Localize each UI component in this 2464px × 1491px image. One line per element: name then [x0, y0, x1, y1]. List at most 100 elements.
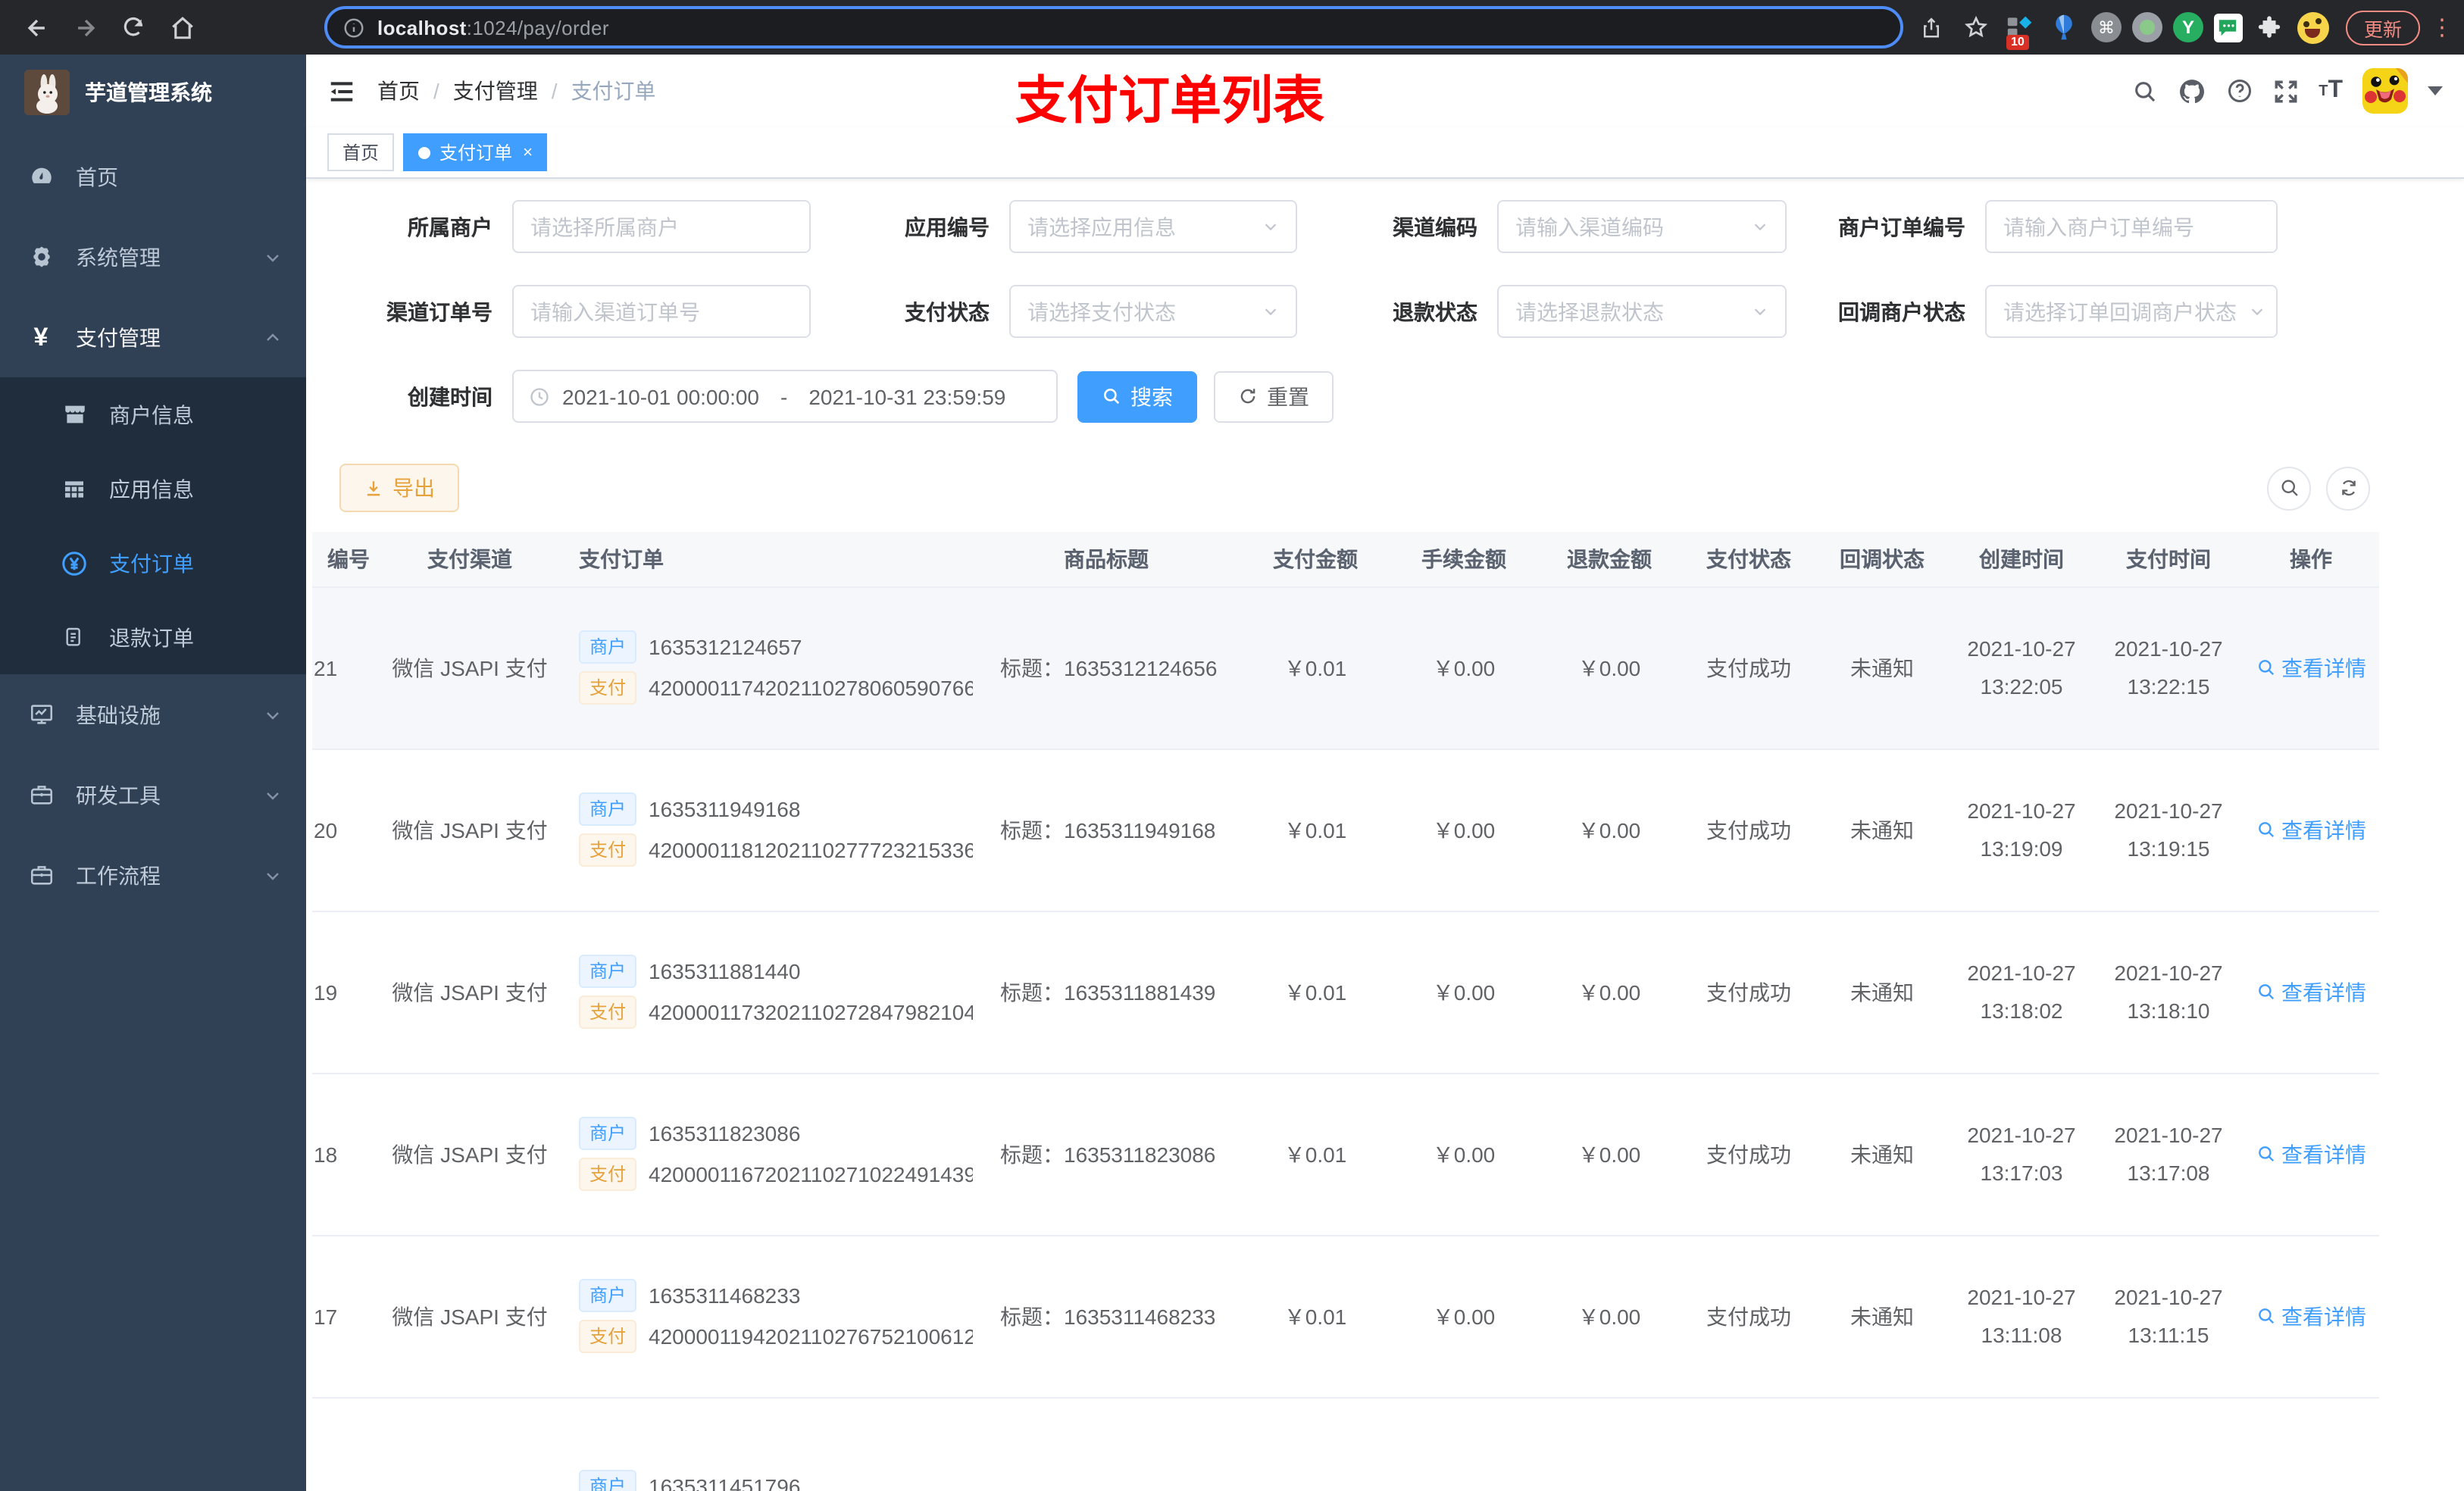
chevron-down-icon — [264, 786, 282, 804]
back-icon[interactable] — [17, 8, 56, 47]
sidebar-item-app-info[interactable]: 应用信息 — [0, 452, 306, 526]
filter-label-channel-code: 渠道编码 — [1393, 214, 1477, 239]
table-row[interactable]: 21 微信 JSAPI 支付 商户 1635312124657 支付 42000… — [312, 586, 2379, 749]
sidebar-item-refund-order[interactable]: 退款订单 — [0, 600, 306, 674]
reset-button[interactable]: 重置 — [1214, 370, 1334, 422]
merchant-order-no-field[interactable] — [1985, 200, 2278, 253]
pay-channel: 微信 JSAPI 支付 — [379, 749, 561, 911]
channel-order-no-input[interactable] — [530, 299, 793, 324]
sidebar-item-devtools[interactable]: 研发工具 — [0, 755, 306, 835]
avatar-caret-icon[interactable] — [2428, 86, 2443, 95]
pay-order-number: 4200001173202110272847982104 — [649, 1000, 973, 1024]
search-button[interactable]: 搜索 — [1077, 370, 1197, 422]
view-detail-link[interactable]: 查看详情 — [2256, 977, 2366, 1007]
merchant-order-number: 1635311949168 — [649, 797, 801, 821]
bookmark-star-icon[interactable] — [1959, 11, 1993, 44]
browser-menu-icon[interactable]: ⋮ — [2431, 14, 2453, 41]
merchant-order-no-input[interactable] — [2003, 214, 2259, 239]
reload-icon[interactable] — [114, 8, 153, 47]
pay-order-number: 4200001167202110271022491439 — [649, 1162, 973, 1186]
sidebar-item-pay-order[interactable]: 支付订单 — [0, 526, 306, 600]
pay-tag: 支付 — [579, 671, 637, 705]
view-detail-link[interactable]: 查看详情 — [2256, 1139, 2366, 1169]
yen-circle-icon — [61, 549, 88, 577]
merchant-order-number: 1635311881440 — [649, 959, 801, 983]
tag-home[interactable]: 首页 — [327, 133, 395, 171]
refund-amount: ￥0.00 — [1537, 1235, 1682, 1398]
sidebar-logo-row[interactable]: 芋道管理系统 — [0, 55, 306, 130]
notify-status-select[interactable]: 请选择订单回调商户状态 — [1985, 285, 2278, 338]
view-detail-link[interactable]: 查看详情 — [2256, 1301, 2366, 1331]
sidebar-item-infra[interactable]: 基础设施 — [0, 674, 306, 755]
pay-status-select[interactable]: 请选择支付状态 — [1009, 285, 1297, 338]
view-detail-icon — [2258, 660, 2274, 676]
clock-icon — [529, 386, 550, 407]
github-icon[interactable] — [2178, 77, 2206, 105]
chevron-down-icon — [1262, 218, 1279, 235]
breadcrumb-payment[interactable]: 支付管理 — [453, 76, 538, 106]
export-button[interactable]: 导出 — [339, 464, 459, 512]
table-row-partial: 商户 1635311451796 — [312, 1397, 2379, 1491]
extension-y-icon[interactable]: Y — [2172, 12, 2203, 42]
font-size-icon[interactable]: TT — [2319, 77, 2343, 105]
merchant-tag: 商户 — [579, 955, 637, 988]
header-search-icon[interactable] — [2132, 78, 2158, 104]
browser-toolbar: localhost:1024/pay/order 10 ⌘ Y 更新 ⋮ — [0, 0, 2464, 55]
sidebar: 芋道管理系统 首页 系统管理 ¥ 支付管理 商户信息 应用信息 支付订单 退款订… — [0, 55, 306, 1491]
sidebar-item-home[interactable]: 首页 — [0, 136, 306, 217]
extension-command-icon[interactable]: ⌘ — [2090, 12, 2122, 42]
table-row[interactable]: 20 微信 JSAPI 支付 商户 1635311949168 支付 42000… — [312, 749, 2379, 911]
view-detail-link[interactable]: 查看详情 — [2256, 814, 2366, 845]
tag-close-icon[interactable]: × — [523, 143, 533, 161]
toggle-search-button[interactable] — [2267, 466, 2311, 510]
paid-date: 2021-10-27 — [2114, 636, 2223, 661]
update-button[interactable]: 更新 — [2345, 10, 2420, 45]
date-end[interactable]: 2021-10-31 23:59:59 — [808, 384, 1005, 408]
create-time-range-picker[interactable]: 2021-10-01 00:00:00 - 2021-10-31 23:59:5… — [512, 370, 1058, 423]
address-bar[interactable]: localhost:1024/pay/order — [324, 6, 1903, 48]
date-start[interactable]: 2021-10-01 00:00:00 — [562, 384, 759, 408]
table-row[interactable]: 17 微信 JSAPI 支付 商户 1635311468233 支付 42000… — [312, 1235, 2379, 1398]
table-row[interactable]: 18 微信 JSAPI 支付 商户 1635311823086 支付 42000… — [312, 1073, 2379, 1236]
site-info-icon[interactable] — [342, 16, 365, 39]
forward-icon[interactable] — [65, 8, 105, 47]
extension-dot-icon[interactable] — [2131, 12, 2162, 42]
channel-code-select[interactable]: 请输入渠道编码 — [1497, 200, 1787, 253]
sidebar-item-payment[interactable]: ¥ 支付管理 — [0, 297, 306, 377]
sidebar-item-system[interactable]: 系统管理 — [0, 217, 306, 297]
app-select[interactable]: 请选择应用信息 — [1009, 200, 1297, 253]
extension-badge: 10 — [2006, 35, 2029, 50]
tag-pay-order[interactable]: 支付订单 × — [403, 133, 548, 171]
col-amount: 支付金额 — [1240, 532, 1391, 587]
extensions-puzzle-icon[interactable] — [2253, 11, 2287, 44]
share-icon[interactable] — [1915, 11, 1949, 44]
channel-order-no-field[interactable] — [512, 285, 811, 338]
merchant-input[interactable] — [530, 214, 793, 239]
fullscreen-icon[interactable] — [2273, 78, 2299, 104]
paid-time: 13:18:10 — [2127, 998, 2210, 1022]
profile-avatar-icon[interactable] — [2297, 11, 2329, 43]
extension-tampermonkey-icon[interactable]: 10 — [2003, 11, 2037, 50]
refund-status-select[interactable]: 请选择退款状态 — [1497, 285, 1787, 338]
sidebar-item-label: 应用信息 — [109, 477, 194, 501]
chevron-down-icon — [1262, 303, 1279, 320]
extension-balloon-icon[interactable] — [2047, 11, 2081, 44]
col-status: 支付状态 — [1682, 532, 1815, 587]
sidebar-item-workflow[interactable]: 工作流程 — [0, 835, 306, 915]
merchant-select[interactable] — [512, 200, 811, 253]
sidebar-item-merchant-info[interactable]: 商户信息 — [0, 377, 306, 452]
user-avatar[interactable] — [2362, 68, 2408, 114]
table-row[interactable]: 19 微信 JSAPI 支付 商户 1635311881440 支付 42000… — [312, 911, 2379, 1074]
breadcrumb-home[interactable]: 首页 — [377, 76, 420, 106]
refresh-table-button[interactable] — [2326, 466, 2370, 510]
refund-amount: ￥0.00 — [1537, 749, 1682, 911]
chevron-down-icon — [264, 866, 282, 884]
pay-tag: 支付 — [579, 996, 637, 1029]
help-icon[interactable] — [2226, 77, 2253, 105]
extension-chat-icon[interactable] — [2213, 13, 2243, 42]
breadcrumb-current: 支付订单 — [571, 79, 656, 103]
fee-amount: ￥0.00 — [1391, 1235, 1537, 1398]
view-detail-link[interactable]: 查看详情 — [2256, 652, 2366, 683]
home-icon[interactable] — [162, 8, 202, 47]
sidebar-toggle-icon[interactable] — [327, 77, 356, 105]
